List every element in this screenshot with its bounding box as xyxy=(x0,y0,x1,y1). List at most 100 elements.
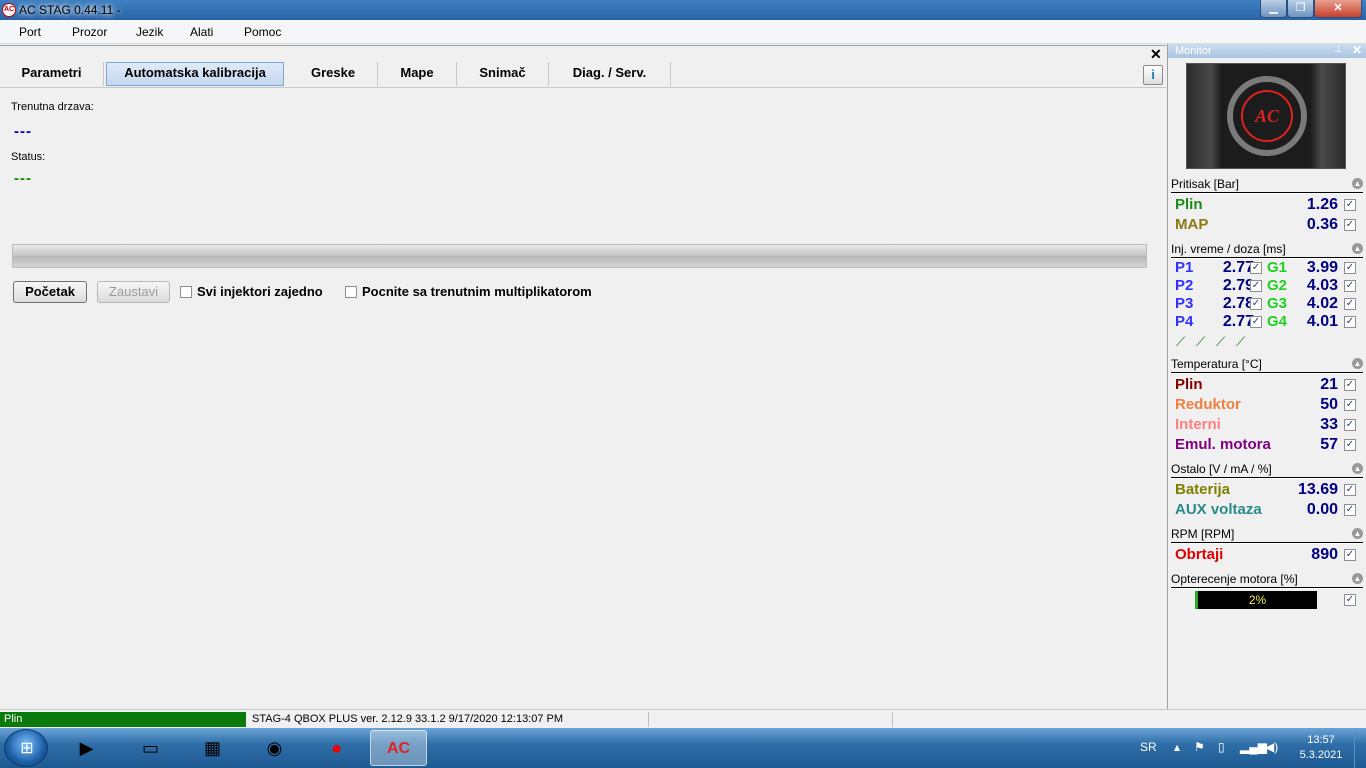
ac-logo-icon: AC xyxy=(1241,90,1293,142)
tab-snimac[interactable]: Snimač xyxy=(457,62,549,86)
temp-interni-checkbox[interactable]: ✓ xyxy=(1344,419,1356,431)
inj-p4-checkbox[interactable]: ✓ xyxy=(1250,316,1262,328)
fuel-status: Plin xyxy=(0,712,246,727)
inj-g1-checkbox[interactable]: ✓ xyxy=(1344,262,1356,274)
collapse-icon[interactable]: ▲ xyxy=(1352,358,1363,369)
obrtaji-checkbox[interactable]: ✓ xyxy=(1344,549,1356,561)
collapse-icon[interactable]: ▲ xyxy=(1352,463,1363,474)
tab-greske[interactable]: Greske xyxy=(289,62,378,86)
show-desktop-button[interactable] xyxy=(1354,728,1366,768)
temp-reduktor-checkbox[interactable]: ✓ xyxy=(1344,399,1356,411)
minimize-button[interactable]: ▁ xyxy=(1260,0,1287,18)
temp-reduktor-value: 50 xyxy=(1320,396,1338,413)
inj-p1-checkbox[interactable]: ✓ xyxy=(1250,262,1262,274)
info-icon[interactable]: i xyxy=(1143,65,1163,85)
collapse-icon[interactable]: ▲ xyxy=(1352,243,1363,254)
clock-date: 5.3.2021 xyxy=(1299,749,1343,761)
pressure-plin-label: Plin xyxy=(1175,196,1203,213)
menu-prozor[interactable]: Prozor xyxy=(72,25,107,39)
tab-bar: Parametri Automatska kalibracija Greske … xyxy=(0,60,1166,88)
menu-jezik[interactable]: Jezik xyxy=(136,25,163,39)
inj-g3-checkbox[interactable]: ✓ xyxy=(1344,298,1356,310)
start-multiplier-checkbox[interactable] xyxy=(345,286,357,298)
collapse-icon[interactable]: ▲ xyxy=(1352,573,1363,584)
pressure-map-label: MAP xyxy=(1175,216,1209,233)
injector-icon: ⟋ xyxy=(1176,334,1186,349)
aux-label: AUX voltaza xyxy=(1175,501,1262,518)
inj-p3-checkbox[interactable]: ✓ xyxy=(1250,298,1262,310)
load-header: Opterecenje motora [%] xyxy=(1171,572,1298,586)
signal-icon[interactable]: ▂▄▆ xyxy=(1240,740,1267,754)
start-button[interactable]: ⊞ xyxy=(4,729,48,767)
volume-icon[interactable]: ◀) xyxy=(1265,740,1278,754)
pin-icon[interactable]: ⊥ xyxy=(1334,44,1343,55)
taskbar: ⊞ ▶ ▭ ▦ ◉ ● AC SR ▴ ⚑ ▯ ▂▄▆ ◀) 13:57 5.3… xyxy=(0,728,1366,768)
obrtaji-label: Obrtaji xyxy=(1175,546,1224,563)
all-injectors-checkbox[interactable] xyxy=(180,286,192,298)
recorder-icon[interactable]: ● xyxy=(308,730,365,766)
inj-p1-label: P1 xyxy=(1175,259,1194,276)
pressure-map-checkbox[interactable]: ✓ xyxy=(1344,219,1356,231)
menu-port[interactable]: Port xyxy=(19,25,41,39)
engine-load-bar: 2% xyxy=(1195,591,1317,609)
calculator-icon[interactable]: ▦ xyxy=(184,730,241,766)
language-indicator[interactable]: SR xyxy=(1140,740,1157,754)
temp-emul-value: 57 xyxy=(1320,436,1338,453)
inj-g4-value: 4.01 xyxy=(1306,313,1338,330)
inj-g2-checkbox[interactable]: ✓ xyxy=(1344,280,1356,292)
menu-pomoc[interactable]: Pomoc xyxy=(244,25,281,39)
media-player-icon[interactable]: ▶ xyxy=(58,730,115,766)
temp-emul-label: Emul. motora xyxy=(1175,436,1271,453)
main-panel: ✕ Parametri Automatska kalibracija Gresk… xyxy=(0,45,1166,709)
aux-checkbox[interactable]: ✓ xyxy=(1344,504,1356,516)
ac-logo-icon[interactable]: AC xyxy=(2,3,16,17)
chrome-icon[interactable]: ◉ xyxy=(246,730,303,766)
inj-g3-value: 4.02 xyxy=(1306,295,1338,312)
stop-button[interactable]: Zaustavi xyxy=(97,281,170,303)
injector-icon: ⟋ xyxy=(1236,334,1246,349)
maximize-button[interactable]: ❐ xyxy=(1287,0,1314,18)
close-button[interactable]: ✕ xyxy=(1314,0,1362,18)
inj-p2-checkbox[interactable]: ✓ xyxy=(1250,280,1262,292)
temperature-header: Temperatura [°C] xyxy=(1171,357,1262,371)
current-state-label: Trenutna drzava: xyxy=(11,101,94,113)
inj-p4-value: 2.77 xyxy=(1222,313,1254,330)
windows-icon: ⊞ xyxy=(20,740,34,757)
start-button[interactable]: Početak xyxy=(13,281,87,303)
baterija-label: Baterija xyxy=(1175,481,1231,498)
title-bar: AC AC STAG 0.44.11 - ▁ ❐ ✕ xyxy=(0,0,1366,20)
temp-emul-checkbox[interactable]: ✓ xyxy=(1344,439,1356,451)
collapse-icon[interactable]: ▲ xyxy=(1352,528,1363,539)
load-checkbox[interactable]: ✓ xyxy=(1344,594,1356,606)
calibration-progress-bar xyxy=(12,244,1147,268)
pressure-header: Pritisak [Bar] xyxy=(1171,177,1240,191)
file-explorer-icon[interactable]: ▭ xyxy=(122,730,179,766)
tab-mape[interactable]: Mape xyxy=(378,62,457,86)
inj-g4-label: G4 xyxy=(1267,313,1288,330)
menu-bar: Port Prozor Jezik Alati Pomoc xyxy=(0,20,1366,44)
tray-arrow-icon[interactable]: ▴ xyxy=(1174,740,1180,754)
monitor-close-icon[interactable]: ✕ xyxy=(1352,43,1362,57)
battery-icon[interactable]: ▯ xyxy=(1218,740,1225,754)
menu-alati[interactable]: Alati xyxy=(190,25,213,39)
inj-p3-value: 2.78 xyxy=(1222,295,1254,312)
temp-reduktor-label: Reduktor xyxy=(1175,396,1241,413)
baterija-checkbox[interactable]: ✓ xyxy=(1344,484,1356,496)
inj-g4-checkbox[interactable]: ✓ xyxy=(1344,316,1356,328)
inj-p1-value: 2.77 xyxy=(1222,259,1254,276)
ac-stag-taskbar-icon[interactable]: AC xyxy=(370,730,427,766)
panel-close-icon[interactable]: ✕ xyxy=(1150,47,1162,61)
tab-diag-serv[interactable]: Diag. / Serv. xyxy=(549,62,671,86)
pressure-plin-value: 1.26 xyxy=(1306,196,1338,213)
clock[interactable]: 13:57 5.3.2021 xyxy=(1296,733,1346,763)
collapse-icon[interactable]: ▲ xyxy=(1352,178,1363,189)
tab-parametri[interactable]: Parametri xyxy=(0,62,104,86)
action-center-icon[interactable]: ⚑ xyxy=(1194,740,1205,754)
temp-plin-checkbox[interactable]: ✓ xyxy=(1344,379,1356,391)
inj-p2-value: 2.79 xyxy=(1222,277,1254,294)
pressure-plin-checkbox[interactable]: ✓ xyxy=(1344,199,1356,211)
inj-g2-label: G2 xyxy=(1267,277,1288,294)
start-multiplier-label: Pocnite sa trenutnim multiplikatorom xyxy=(362,284,592,299)
tab-automatska-kalibracija[interactable]: Automatska kalibracija xyxy=(106,62,284,86)
status-bar: Plin STAG-4 QBOX PLUS ver. 2.12.9 33.1.2… xyxy=(0,709,1366,728)
